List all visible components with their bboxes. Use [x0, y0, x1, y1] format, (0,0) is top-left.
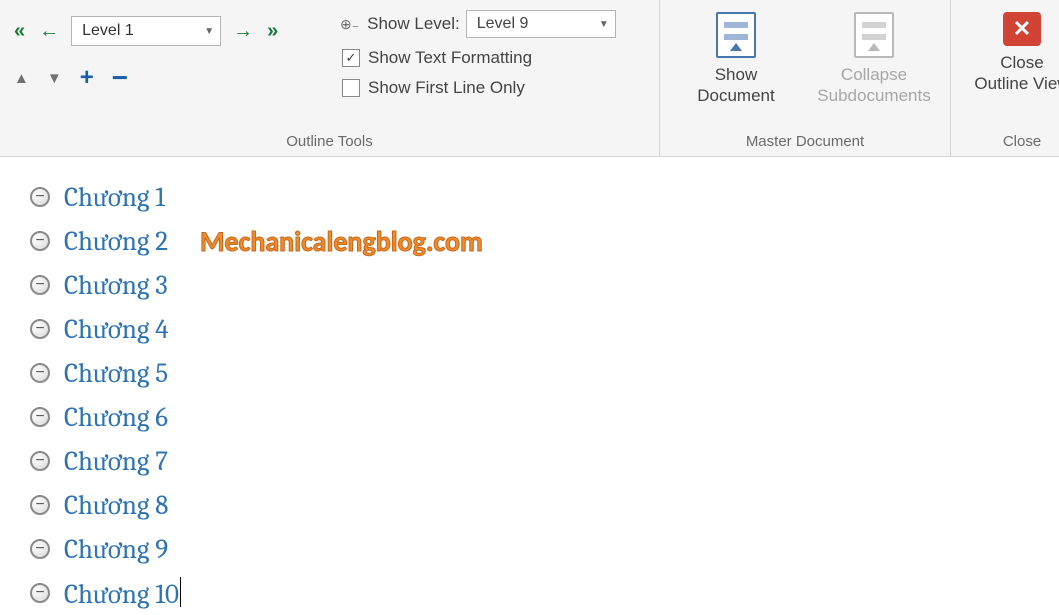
- heading-text[interactable]: Chương 7: [64, 446, 168, 477]
- expand-button[interactable]: +: [80, 66, 94, 90]
- outline-level-combo[interactable]: Level 1 ▼: [71, 16, 221, 46]
- close-outline-view-label: Close Outline View: [974, 52, 1059, 95]
- outline-level-value: Level 1: [82, 22, 134, 40]
- heading-text[interactable]: Chương 6: [64, 402, 168, 433]
- outline-row[interactable]: −Chương 7: [30, 439, 1059, 483]
- outline-bullet-icon[interactable]: −: [30, 275, 50, 295]
- outline-bullet-icon[interactable]: −: [30, 187, 50, 207]
- show-level-combo[interactable]: Level 9 ▼: [466, 10, 616, 38]
- heading-text[interactable]: Chương 10: [64, 577, 181, 610]
- checkbox-checked-icon: ✓: [342, 49, 360, 67]
- group-outline-tools: « ← Level 1 ▼ → » ▲ ▼ + −: [0, 0, 660, 156]
- collapse-subdocuments-label: Collapse Subdocuments: [817, 64, 930, 107]
- outline-row[interactable]: −Chương 1: [30, 175, 1059, 219]
- show-first-line-only-label: Show First Line Only: [368, 78, 525, 98]
- document-collapse-icon: [854, 12, 894, 58]
- ribbon: « ← Level 1 ▼ → » ▲ ▼ + −: [0, 0, 1059, 157]
- promote-to-heading1-button[interactable]: «: [12, 21, 27, 41]
- heading-text[interactable]: Chương 8: [64, 490, 168, 521]
- document-area[interactable]: −Chương 1−Chương 2Mechanicalengblog.com−…: [0, 157, 1059, 615]
- heading-text[interactable]: Chương 4: [64, 314, 169, 345]
- outline-bullet-icon[interactable]: −: [30, 363, 50, 383]
- collapse-subdocuments-button: Collapse Subdocuments: [814, 12, 934, 129]
- group-label-close: Close: [957, 129, 1059, 156]
- show-document-label: Show Document: [697, 64, 774, 107]
- outline-row[interactable]: −Chương 8: [30, 483, 1059, 527]
- promote-button[interactable]: ←: [37, 21, 61, 41]
- outline-row[interactable]: −Chương 6: [30, 395, 1059, 439]
- show-level-row: ⊕₋ Show Level: Level 9 ▼: [340, 10, 638, 38]
- demote-button[interactable]: →: [231, 21, 255, 41]
- chevron-down-icon: ▼: [599, 19, 609, 30]
- show-text-formatting-checkbox[interactable]: ✓ Show Text Formatting: [340, 48, 638, 68]
- outline-row[interactable]: −Chương 2 Mechanicalengblog.com: [30, 219, 1059, 263]
- demote-to-body-button[interactable]: »: [265, 21, 280, 41]
- outline-row[interactable]: −Chương 9: [30, 527, 1059, 571]
- outline-bullet-icon[interactable]: −: [30, 231, 50, 251]
- watermark-text: Mechanicalengblog.com: [200, 224, 483, 259]
- group-label-outline-tools: Outline Tools: [6, 129, 653, 156]
- group-label-master-document: Master Document: [666, 129, 944, 156]
- promote-demote-row: « ← Level 1 ▼ → »: [12, 16, 330, 46]
- outline-row[interactable]: −Chương 5: [30, 351, 1059, 395]
- collapse-button[interactable]: −: [112, 64, 128, 92]
- heading-text[interactable]: Chương 9: [64, 534, 168, 565]
- group-close: ✕ Close Outline View Close: [951, 0, 1059, 156]
- outline-bullet-icon[interactable]: −: [30, 495, 50, 515]
- outline-bullet-icon[interactable]: −: [30, 319, 50, 339]
- outline-bullet-icon[interactable]: −: [30, 451, 50, 471]
- outline-tools-right: ⊕₋ Show Level: Level 9 ▼ ✓ Show Text For…: [336, 4, 646, 129]
- show-document-button[interactable]: Show Document: [676, 12, 796, 129]
- outline-tools-body: « ← Level 1 ▼ → » ▲ ▼ + −: [6, 4, 653, 129]
- close-icon: ✕: [1003, 12, 1041, 46]
- show-level-value: Level 9: [477, 15, 529, 33]
- outline-row[interactable]: −Chương 3: [30, 263, 1059, 307]
- chevron-down-icon: ▼: [204, 26, 214, 37]
- show-text-formatting-label: Show Text Formatting: [368, 48, 532, 68]
- heading-text[interactable]: Chương 3: [64, 270, 168, 301]
- heading-text[interactable]: Chương 5: [64, 358, 168, 389]
- text-cursor: [180, 577, 181, 607]
- outline-bullet-icon[interactable]: −: [30, 539, 50, 559]
- outline-row[interactable]: −Chương 4: [30, 307, 1059, 351]
- move-down-button[interactable]: ▼: [47, 70, 62, 87]
- document-icon: [716, 12, 756, 58]
- master-document-body: Show Document Collapse Subdocuments: [666, 4, 944, 129]
- checkbox-unchecked-icon: [342, 79, 360, 97]
- show-level-icon: ⊕₋: [340, 16, 359, 33]
- show-first-line-only-checkbox[interactable]: Show First Line Only: [340, 78, 638, 98]
- heading-text[interactable]: Chương 2: [64, 226, 168, 257]
- move-up-button[interactable]: ▲: [14, 70, 29, 87]
- close-body: ✕ Close Outline View: [957, 4, 1059, 129]
- show-level-label: Show Level:: [367, 14, 460, 34]
- heading-text[interactable]: Chương 1: [64, 182, 165, 213]
- close-outline-view-button[interactable]: ✕ Close Outline View: [974, 12, 1059, 95]
- outline-bullet-icon[interactable]: −: [30, 583, 50, 603]
- outline-bullet-icon[interactable]: −: [30, 407, 50, 427]
- outline-tools-left: « ← Level 1 ▼ → » ▲ ▼ + −: [6, 4, 336, 129]
- group-master-document: Show Document Collapse Subdocuments Mast…: [660, 0, 951, 156]
- move-expand-row: ▲ ▼ + −: [12, 64, 330, 92]
- outline-row[interactable]: −Chương 10: [30, 571, 1059, 615]
